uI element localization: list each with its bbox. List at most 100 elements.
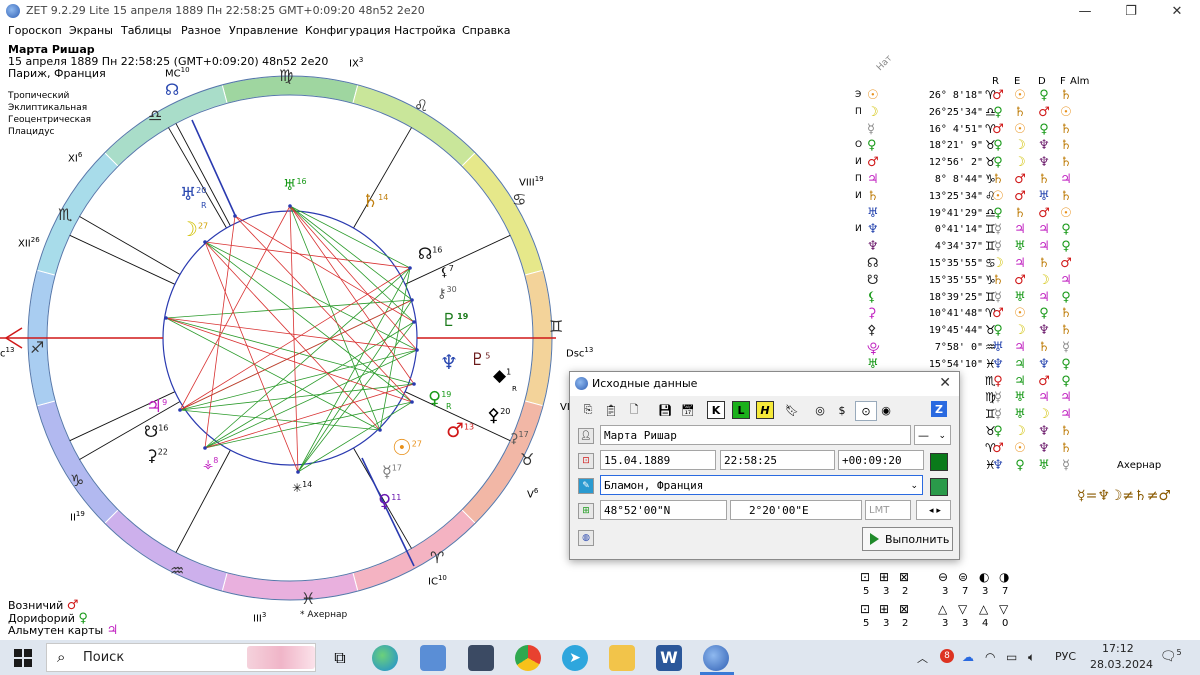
row-ruler-icon: ♃ [1060, 407, 1072, 423]
place-icon[interactable]: ✎ [578, 478, 594, 494]
copy-icon[interactable]: ⎘ [578, 401, 598, 419]
windows-start-icon[interactable] [14, 649, 32, 667]
paste-icon[interactable]: 📋︎ [601, 401, 621, 419]
row-ruler-icon: ♂ [1038, 205, 1050, 221]
menu-item-horoscope[interactable]: Гороскоп [8, 24, 62, 37]
chrome-icon[interactable] [515, 645, 541, 671]
person-icon[interactable]: 👤︎ [578, 428, 594, 444]
row-ruler-icon: ♄ [1060, 440, 1072, 456]
row-planet-icon: ☽ [867, 104, 879, 120]
maximize-button[interactable]: ❐ [1108, 0, 1154, 22]
row-ruler-icon: ☿ [994, 289, 1002, 305]
chart-rulers: Возничий ♂ Дорифорий ♀ Альмутен карты ♃ [8, 599, 118, 638]
clock-date[interactable]: 28.03.2024 [1090, 658, 1153, 671]
s-icon[interactable]: $ [832, 401, 852, 419]
time-field[interactable]: 22:58:25 [720, 450, 835, 470]
store-icon[interactable] [468, 645, 494, 671]
row-ruler-icon: ♃ [1014, 222, 1026, 238]
planet-point [410, 298, 414, 302]
lmt-field[interactable]: LMT [865, 500, 911, 520]
dsc-label: Dsc13 [566, 346, 594, 360]
row-ruler-icon: ♂ [992, 88, 1004, 103]
taskbar-search[interactable]: ⌕ Поиск [46, 643, 316, 672]
close-button[interactable]: ✕ [1154, 0, 1200, 22]
lmt-stepper[interactable]: ◂ ▸ [916, 500, 951, 520]
explorer-icon[interactable] [609, 645, 635, 671]
row-ruler-icon: ♃ [1060, 390, 1072, 406]
zet-taskbar-icon[interactable] [703, 645, 729, 671]
natal-chart-wheel[interactable] [0, 40, 560, 640]
network-app-icon[interactable] [420, 645, 446, 671]
menu-item-tables[interactable]: Таблицы [121, 24, 172, 37]
planet-point [178, 408, 182, 412]
gemini-sign-icon: ♊ [549, 317, 564, 336]
row-ruler-icon: ♀ [1015, 457, 1025, 473]
menu-item-config[interactable]: Конфигурация [305, 24, 391, 37]
row-ruler-icon: ☿ [994, 239, 1002, 255]
row-ruler-icon: ♀ [993, 155, 1003, 171]
spiral-icon[interactable]: ◎ [810, 401, 830, 419]
menu-item-screens[interactable]: Экраны [69, 24, 113, 37]
axe-icon: ⚳17 [509, 430, 529, 447]
longitude-field[interactable]: 2°20'00"E [730, 500, 862, 520]
h-button[interactable]: H [756, 401, 774, 419]
latitude-field[interactable]: 48°52'00"N [600, 500, 727, 520]
dst-toggle[interactable] [930, 453, 948, 471]
tray-chevron-icon[interactable]: ︿ [917, 650, 928, 666]
clock-time[interactable]: 17:12 [1102, 642, 1134, 655]
menu-item-control[interactable]: Управление [229, 24, 298, 37]
mc-label: MC10 [165, 66, 190, 80]
minimize-button[interactable]: — [1062, 0, 1108, 22]
row-ruler-icon: ☽ [1014, 138, 1026, 154]
row-ruler-icon: ♆ [992, 457, 1004, 473]
tray-app-icon[interactable]: 8 [940, 649, 954, 663]
calendar-icon[interactable]: 📅︎ [678, 401, 698, 419]
dialog-close-button[interactable]: ✕ [939, 375, 951, 391]
row-ruler-icon: ♄ [1060, 323, 1072, 339]
count-12: 3 [962, 618, 969, 629]
timezone-field[interactable]: +00:09:20 [838, 450, 924, 470]
menu-item-misc[interactable]: Разное [181, 24, 221, 37]
radio-icon-2[interactable]: ◉ [876, 401, 896, 419]
battery-icon[interactable]: ▭ [1006, 650, 1017, 664]
menu-item-settings[interactable]: Настройка [394, 24, 456, 37]
run-button[interactable]: Выполнить [862, 527, 953, 551]
radio-icon-1[interactable]: ⊙ [855, 401, 877, 421]
bookmark-icon[interactable]: 🔖︎ [782, 401, 802, 419]
notification-icon[interactable]: 🗨︎5 [1160, 648, 1182, 664]
planet-point [415, 348, 419, 352]
row-ruler-icon: ☿ [994, 407, 1002, 423]
count-7: 7 [1002, 586, 1009, 597]
name-field[interactable]: Марта Ришар [600, 425, 911, 445]
date-field[interactable]: 15.04.1889 [600, 450, 716, 470]
gender-select[interactable]: — ⌄ [914, 425, 951, 445]
edge-icon[interactable] [372, 645, 398, 671]
l-button[interactable]: L [732, 401, 750, 419]
new-doc-icon[interactable]: 🗋 [624, 401, 644, 419]
row-ruler-icon: ♄ [1038, 172, 1050, 187]
place-field[interactable]: Бламон, Франция ⌄ [600, 475, 923, 495]
menu-item-help[interactable]: Справка [462, 24, 510, 37]
datetime-icon[interactable]: ⊡ [578, 453, 594, 469]
word-icon[interactable]: W [656, 645, 682, 671]
z-button[interactable]: Z [931, 401, 947, 417]
volume-icon[interactable]: 🔈︎ [1028, 650, 1035, 665]
telegram-icon[interactable]: ➤ [562, 645, 588, 671]
wifi-icon[interactable]: ◠ [985, 650, 995, 664]
row-ruler-icon: ♀ [993, 323, 1003, 339]
table-header-f: F [1060, 76, 1066, 87]
coords-icon[interactable]: ⊞ [578, 503, 594, 519]
node-mc-icon: ☊ [165, 80, 180, 99]
map-icon[interactable] [930, 478, 948, 496]
task-view-icon[interactable]: ⧉ [327, 645, 353, 671]
onedrive-icon[interactable]: ☁ [962, 650, 974, 664]
globe-icon[interactable]: ◍ [578, 530, 594, 546]
row-planet-icon: ♆ [867, 239, 879, 255]
language-indicator[interactable]: РУС [1055, 650, 1076, 663]
row-ruler-icon: ♃ [1038, 222, 1050, 238]
k-button[interactable]: K [707, 401, 725, 419]
sun-icon: ☉27 [392, 436, 422, 461]
save-icon[interactable]: 💾︎ [655, 401, 675, 419]
cancer-sign-icon: ♋ [512, 190, 527, 209]
ic-label: IC10 [428, 574, 447, 588]
